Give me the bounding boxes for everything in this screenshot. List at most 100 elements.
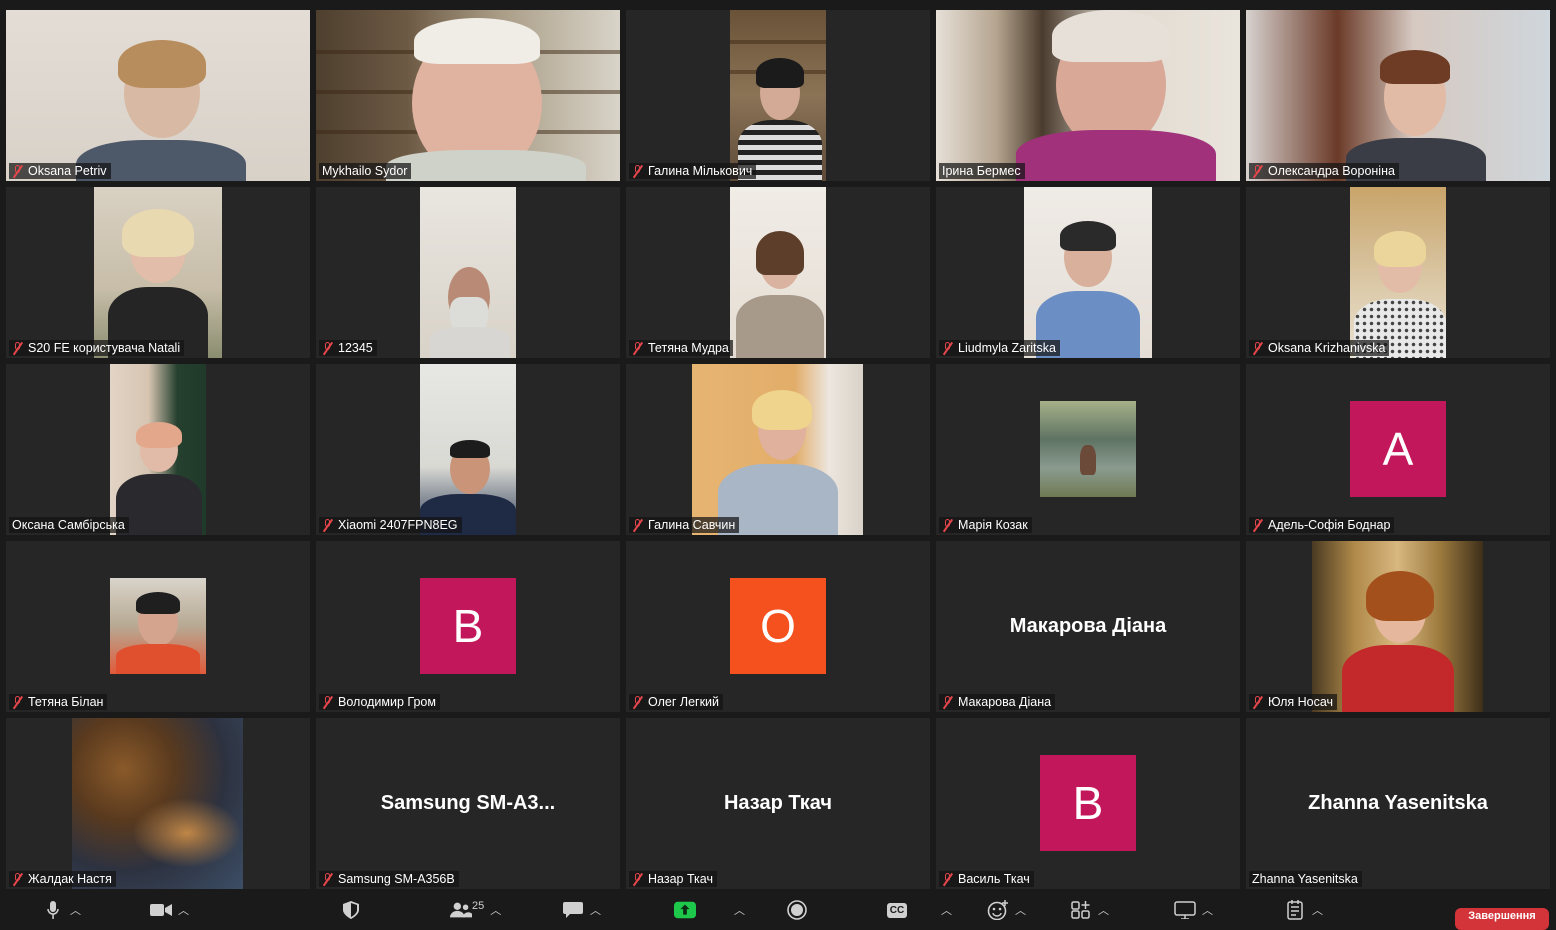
end-meeting-button[interactable]: Завершення <box>1455 908 1549 930</box>
participant-name: Жалдак Настя <box>28 872 112 886</box>
participant-display-name: Samsung SM-A3... <box>380 792 556 814</box>
chevron-up-icon[interactable]: ︿ <box>734 902 745 918</box>
participant-name: Олег Легкий <box>648 695 720 709</box>
participant-name: Тетяна Білан <box>28 695 104 709</box>
participant-tile[interactable]: O Олег Легкий <box>626 541 930 712</box>
closed-captions-button[interactable]: CC ︿ <box>885 901 952 919</box>
chevron-up-icon[interactable]: ︿ <box>590 902 601 918</box>
participant-video <box>692 364 863 535</box>
participants-button[interactable]: 25 ︿ <box>450 900 501 919</box>
chevron-up-icon[interactable]: ︿ <box>1098 902 1109 918</box>
chevron-up-icon[interactable]: ︿ <box>70 902 81 918</box>
avatar: B <box>1040 755 1136 851</box>
participant-tile[interactable]: B Василь Ткач <box>936 718 1240 889</box>
participant-name: Samsung SM-A356B <box>338 872 455 886</box>
participant-tile[interactable]: Оксана Самбірська <box>6 364 310 535</box>
mic-muted-icon <box>632 518 644 532</box>
participant-name-label: Василь Ткач <box>939 871 1034 887</box>
participant-name-label: Оксана Самбірська <box>9 517 129 533</box>
profile-photo <box>110 578 206 674</box>
security-button[interactable] <box>340 901 362 919</box>
participant-tile[interactable]: Галина Савчин <box>626 364 930 535</box>
mic-muted-icon <box>12 872 24 886</box>
participant-tile[interactable]: Liudmyla Zaritska <box>936 187 1240 358</box>
participant-video <box>72 718 243 889</box>
participant-tile[interactable]: Олександра Вороніна <box>1246 10 1550 181</box>
participant-video <box>1312 541 1483 712</box>
video-button[interactable]: ︿ <box>150 901 189 919</box>
participant-video <box>420 187 516 358</box>
notes-button[interactable]: ︿ <box>1284 900 1323 920</box>
participant-name-label: Oksana Petriv <box>9 163 111 179</box>
participant-tile[interactable]: S20 FE користувача Natali <box>6 187 310 358</box>
participant-name-label: Олександра Вороніна <box>1249 163 1399 179</box>
mute-button[interactable]: ︿ <box>42 901 81 919</box>
participant-name-label: Тетяна Білан <box>9 694 108 710</box>
participant-name: Василь Ткач <box>958 872 1030 886</box>
participant-tile[interactable]: Юля Носач <box>1246 541 1550 712</box>
participant-name-label: Адель-Софія Боднар <box>1249 517 1395 533</box>
participant-tile[interactable]: Samsung SM-A3... Samsung SM-A356B <box>316 718 620 889</box>
participant-tile[interactable]: Xiaomi 2407FPN8EG <box>316 364 620 535</box>
participant-tile[interactable]: Марія Козак <box>936 364 1240 535</box>
participant-tile[interactable]: B Володимир Гром <box>316 541 620 712</box>
record-button[interactable] <box>786 900 808 920</box>
chevron-up-icon[interactable]: ︿ <box>178 902 189 918</box>
mic-muted-icon <box>1252 164 1264 178</box>
participant-tile[interactable]: Oksana Krizhanivska <box>1246 187 1550 358</box>
participant-name-label: Назар Ткач <box>629 871 717 887</box>
chevron-up-icon[interactable]: ︿ <box>1312 902 1323 918</box>
participant-name: Макарова Діана <box>958 695 1052 709</box>
mic-muted-icon <box>322 872 334 886</box>
avatar-initial: B <box>452 600 484 652</box>
participant-name: Ірина Бермес <box>942 164 1021 178</box>
participant-tile[interactable]: 12345 <box>316 187 620 358</box>
share-screen-button[interactable]: ︿ <box>674 901 745 919</box>
chevron-up-icon[interactable]: ︿ <box>1202 902 1213 918</box>
participant-tile[interactable]: Zhanna Yasenitska Zhanna Yasenitska <box>1246 718 1550 889</box>
participant-tile[interactable]: Макарова Діана Макарова Діана <box>936 541 1240 712</box>
chevron-up-icon[interactable]: ︿ <box>490 902 501 918</box>
participant-name-label: Юля Носач <box>1249 694 1338 710</box>
participant-video <box>110 364 206 535</box>
mic-muted-icon <box>322 518 334 532</box>
participant-video <box>1350 187 1446 358</box>
avatar-initial: B <box>1072 777 1104 829</box>
cc-label: CC <box>886 902 908 918</box>
participant-video <box>730 187 826 358</box>
participant-name: Oksana Petriv <box>28 164 107 178</box>
participant-tile[interactable]: Жалдак Настя <box>6 718 310 889</box>
chat-button[interactable]: ︿ <box>562 901 601 919</box>
participant-name-label: Zhanna Yasenitska <box>1249 871 1362 887</box>
participant-display-name: Макарова Діана <box>1009 615 1167 637</box>
participant-tile[interactable]: Назар Ткач Назар Ткач <box>626 718 930 889</box>
participant-tile[interactable]: Тетяна Мудра <box>626 187 930 358</box>
reactions-button[interactable]: ︿ <box>987 900 1026 920</box>
whiteboard-button[interactable]: ︿ <box>1174 901 1213 919</box>
participant-tile-active-speaker[interactable]: Ірина Бермес <box>936 10 1240 181</box>
meeting-toolbar: ︿ ︿ 25 ︿ ︿ ︿ CC ︿ ︿ ︿ ︿ ︿ <box>0 895 1556 922</box>
participant-name-label: S20 FE користувача Natali <box>9 340 185 356</box>
mic-muted-icon <box>12 164 24 178</box>
participant-name-label: Макарова Діана <box>939 694 1056 710</box>
participant-tile[interactable]: Oksana Petriv <box>6 10 310 181</box>
participant-name: Zhanna Yasenitska <box>1252 872 1358 886</box>
avatar-initial: O <box>760 600 796 652</box>
participant-tile[interactable]: A Адель-Софія Боднар <box>1246 364 1550 535</box>
participant-tile[interactable]: Mykhailo Sydor <box>316 10 620 181</box>
participant-tile[interactable]: Тетяна Білан <box>6 541 310 712</box>
chevron-up-icon[interactable]: ︿ <box>1015 902 1026 918</box>
participant-name: Назар Ткач <box>648 872 713 886</box>
participant-name: Тетяна Мудра <box>648 341 729 355</box>
participants-count: 25 <box>472 900 485 912</box>
participant-tile[interactable]: Галина Мількович <box>626 10 930 181</box>
participant-video <box>1246 10 1550 181</box>
participant-name: Галина Савчин <box>648 518 736 532</box>
participant-name: Галина Мількович <box>648 164 753 178</box>
chevron-up-icon[interactable]: ︿ <box>941 902 952 918</box>
participant-video <box>6 10 310 181</box>
avatar: B <box>420 578 516 674</box>
mic-muted-icon <box>322 695 334 709</box>
mic-muted-icon <box>322 341 334 355</box>
apps-button[interactable]: ︿ <box>1070 901 1109 919</box>
